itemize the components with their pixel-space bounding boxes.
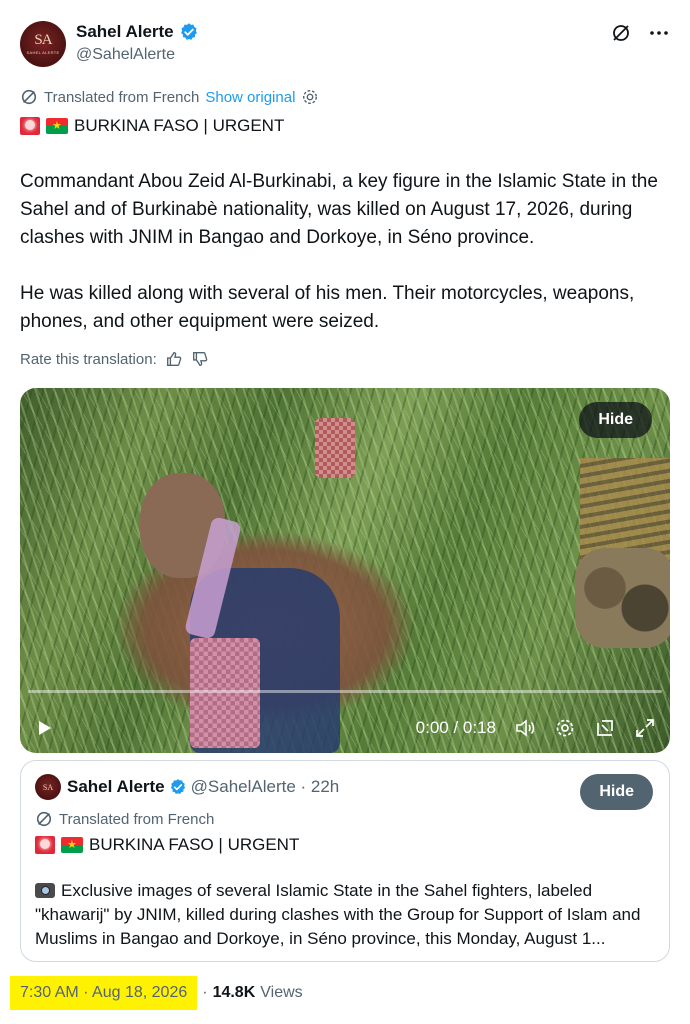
translation-notice: Translated from French Show original	[20, 88, 319, 106]
show-original-link[interactable]: Show original	[205, 89, 295, 106]
more-options-icon[interactable]	[648, 22, 670, 44]
volume-icon[interactable]	[514, 717, 536, 739]
quoted-tweet[interactable]: SA Sahel Alerte @SahelAlerte · 22h Hide …	[20, 760, 670, 962]
tweet-actions-top	[610, 22, 670, 44]
author-handle[interactable]: @SahelAlerte	[76, 46, 175, 64]
siren-emoji-icon	[35, 836, 55, 854]
avatar-subtext: SAHEL ALERTE	[26, 50, 60, 55]
settings-gear-icon[interactable]	[301, 88, 319, 106]
tweet-body: Commandant Abou Zeid Al-Burkinabi, a key…	[20, 168, 675, 364]
quoted-translation-notice: Translated from French	[35, 810, 214, 828]
thumbs-up-icon[interactable]	[165, 350, 183, 368]
headline-text: BURKINA FASO | URGENT	[74, 116, 285, 135]
quote-hide-button[interactable]: Hide	[580, 774, 653, 810]
picture-in-picture-icon[interactable]	[594, 717, 616, 739]
hide-media-button[interactable]: Hide	[579, 402, 652, 438]
headline-row: BURKINA FASO | URGENT	[20, 116, 284, 136]
quoted-headline-row: BURKINA FASO | URGENT	[35, 835, 299, 855]
quoted-translated-label: Translated from French	[59, 810, 215, 828]
views-label: Views	[260, 984, 303, 1001]
video-frame-camo	[575, 548, 670, 648]
tweet-paragraph-1: Commandant Abou Zeid Al-Burkinabi, a key…	[20, 171, 658, 248]
author-avatar[interactable]: SA SAHEL ALERTE	[20, 21, 66, 67]
author-name-row: Sahel Alerte	[76, 22, 199, 42]
pixelated-region	[315, 418, 355, 478]
translate-icon	[21, 89, 37, 105]
tweet-paragraph-2: He was killed along with several of his …	[20, 283, 635, 332]
tweet-footer: 7:30 AM · Aug 18, 2026 · 14.8K Views	[10, 976, 303, 1010]
camera-emoji-icon	[35, 883, 55, 898]
rate-translation-label: Rate this translation:	[20, 350, 157, 368]
footer-separator: ·	[202, 984, 208, 1001]
quoted-display-name: Sahel Alerte	[67, 777, 165, 796]
quoted-author-row: Sahel Alerte @SahelAlerte · 22h	[67, 777, 339, 797]
quoted-author-avatar: SA	[35, 774, 61, 800]
verified-badge-icon	[170, 779, 185, 795]
play-icon[interactable]	[34, 718, 54, 738]
translate-icon	[36, 811, 52, 827]
video-time: 0:00 / 0:18	[415, 718, 496, 737]
grok-translate-icon[interactable]	[610, 22, 632, 44]
avatar-monogram: SA	[34, 32, 52, 48]
quoted-text: Exclusive images of several Islamic Stat…	[35, 879, 660, 951]
tweet-timestamp[interactable]: 7:30 AM · Aug 18, 2026	[10, 976, 198, 1010]
video-player[interactable]: Hide 0:00 / 0:18	[20, 388, 670, 753]
video-controls-right: 0:00 / 0:18	[416, 717, 656, 739]
fullscreen-icon[interactable]	[634, 717, 656, 739]
video-progress-bar[interactable]	[28, 690, 662, 693]
settings-icon[interactable]	[554, 717, 576, 739]
translated-label: Translated from French	[44, 88, 200, 106]
thumbs-down-icon[interactable]	[191, 350, 209, 368]
siren-emoji-icon	[20, 117, 40, 135]
quoted-headline-text: BURKINA FASO | URGENT	[89, 835, 300, 854]
quoted-meta: @SahelAlerte · 22h	[190, 777, 340, 796]
quoted-text-body: Exclusive images of several Islamic Stat…	[35, 881, 641, 948]
views-count: 14.8K	[212, 984, 256, 1001]
tweet-detail: SA SAHEL ALERTE Sahel Alerte @SahelAlert…	[0, 0, 690, 1024]
burkina-faso-flag-icon	[46, 118, 68, 134]
video-controls: 0:00 / 0:18	[20, 703, 670, 753]
burkina-faso-flag-icon	[61, 837, 83, 853]
author-display-name[interactable]: Sahel Alerte	[76, 22, 174, 42]
rate-translation-row: Rate this translation:	[20, 350, 209, 368]
verified-badge-icon	[180, 23, 197, 40]
